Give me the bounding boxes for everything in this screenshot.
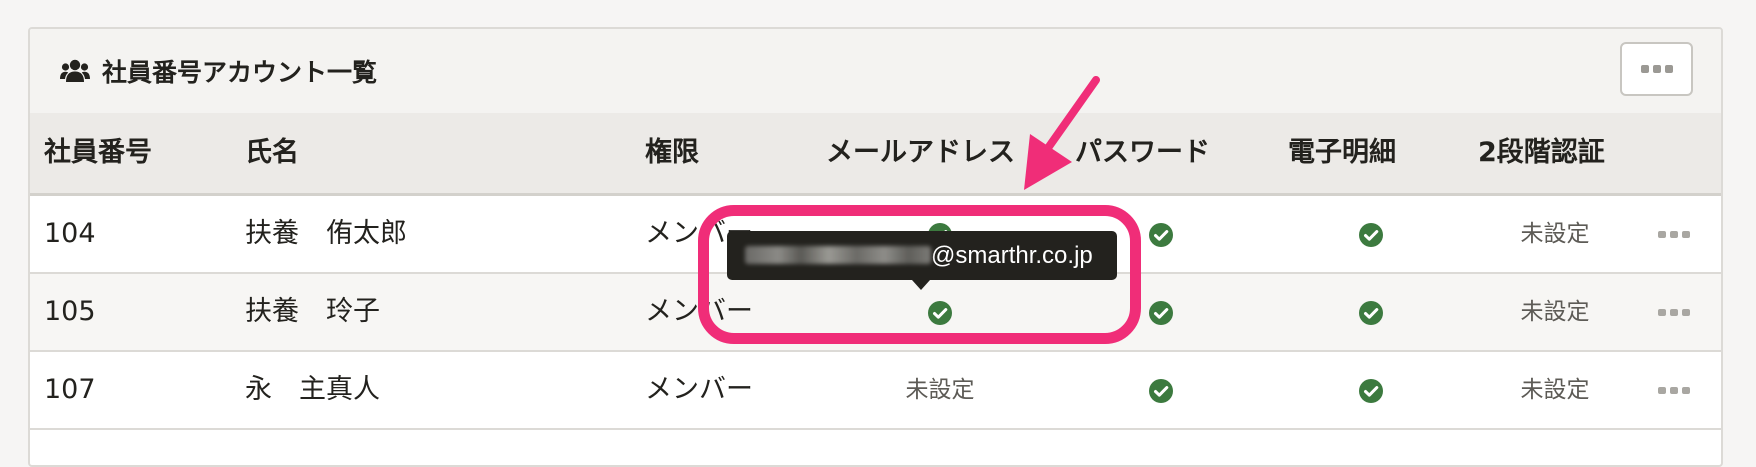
check-circle-icon [1359,222,1383,247]
redacted-email-local-part [745,246,931,265]
email-tooltip: @smarthr.co.jp [727,231,1117,280]
more-horizontal-icon [1640,65,1673,73]
cell-password-status [1131,196,1191,272]
cell-password-status [1131,274,1191,350]
email-tooltip-domain: @smarthr.co.jp [931,242,1093,269]
panel-title-text: 社員番号アカウント一覧 [102,58,378,87]
row-menu-button[interactable] [1658,352,1690,428]
tooltip-arrow [912,280,930,290]
cell-payslip-status [1341,274,1401,350]
cell-password-status [1131,352,1191,428]
cell-email-status: 未設定 [905,377,975,403]
row-menu-button[interactable] [1658,196,1690,272]
cell-two-factor: 未設定 [1520,221,1590,247]
column-header-email: メールアドレス [826,137,1015,168]
cell-employee-no: 107 [44,374,96,405]
check-circle-icon [1359,300,1383,325]
check-circle-icon [1149,300,1173,325]
more-horizontal-icon [1658,308,1690,316]
column-header-payslip: 電子明細 [1288,137,1396,168]
cell-name: 扶養 玲子 [245,296,380,327]
cell-role: メンバー [645,374,753,405]
column-header-two-factor: 2段階認証 [1478,137,1605,168]
cell-two-factor: 未設定 [1520,377,1590,403]
cell-payslip-status [1341,352,1401,428]
cell-name: 扶養 侑太郎 [245,218,407,249]
cell-employee-no: 104 [44,218,96,249]
check-circle-icon [928,300,952,325]
column-header-employee-no[interactable]: 社員番号 [44,113,152,193]
panel-menu-button[interactable] [1620,42,1693,96]
cell-payslip-status [1341,196,1401,272]
check-circle-icon [1149,378,1173,403]
column-header-role[interactable]: 権限 [645,113,699,193]
table-header: 社員番号 氏名 権限 メールアドレス パスワード 電子明細 2段階認証 [30,113,1721,196]
row-menu-button[interactable] [1658,274,1690,350]
users-icon [60,59,90,82]
more-horizontal-icon [1658,386,1690,394]
cell-two-factor: 未設定 [1520,299,1590,325]
panel-title: 社員番号アカウント一覧 [60,51,377,91]
column-header-password: パスワード [1075,137,1210,168]
cell-role: メンバー [645,296,753,327]
panel-header: 社員番号アカウント一覧 [30,29,1721,115]
cell-name: 永 主真人 [245,374,380,405]
more-horizontal-icon [1658,230,1690,238]
table-row[interactable]: 107 永 主真人 メンバー 未設定 未設定 [30,352,1721,430]
check-circle-icon [1149,222,1173,247]
cell-employee-no: 105 [44,296,96,327]
column-header-name[interactable]: 氏名 [245,113,299,193]
table-row[interactable]: 105 扶養 玲子 メンバー 未設定 [30,274,1721,352]
check-circle-icon [1359,378,1383,403]
